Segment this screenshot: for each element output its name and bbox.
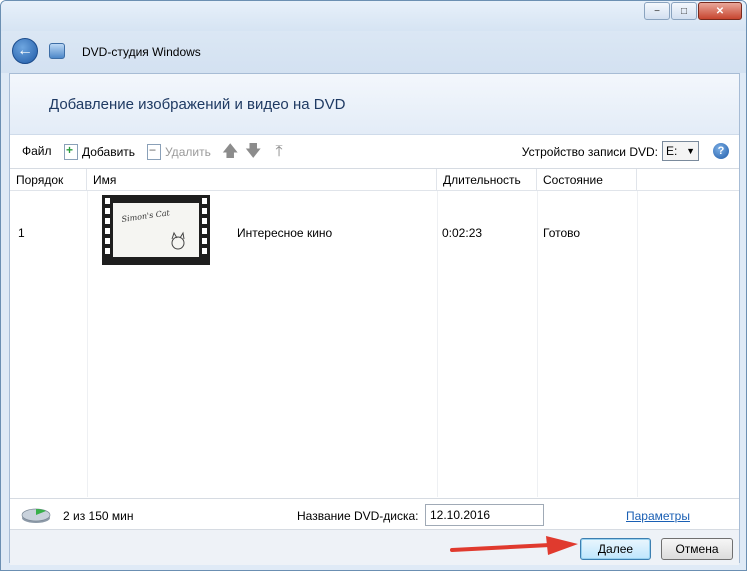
drive-select-value: E: xyxy=(666,144,678,158)
minimize-button[interactable]: − xyxy=(644,2,670,20)
caption-buttons: − □ ✕ xyxy=(644,2,742,20)
row-status: Готово xyxy=(543,226,581,240)
page-title: Добавление изображений и видео на DVD xyxy=(49,96,346,113)
column-header-order[interactable]: Порядок xyxy=(10,169,87,191)
drive-label: Устройство записи DVD: xyxy=(521,145,658,159)
media-table: Порядок Имя Длительность Состояние 1 Sim… xyxy=(10,169,739,497)
footer-bar: 2 из 150 мин Название DVD-диска: Парамет… xyxy=(10,498,739,529)
back-arrow-button[interactable]: ← xyxy=(12,38,38,64)
column-header-status[interactable]: Состояние xyxy=(537,169,637,191)
move-to-top-icon[interactable]: ⤒ xyxy=(271,143,287,161)
file-menu-label: Файл xyxy=(22,144,52,158)
column-header-empty xyxy=(637,169,739,191)
close-button[interactable]: ✕ xyxy=(698,2,742,20)
app-title: DVD-студия Windows xyxy=(82,45,201,59)
app-icon xyxy=(49,43,65,59)
row-duration: 0:02:23 xyxy=(442,226,483,240)
help-icon[interactable]: ? xyxy=(713,143,729,159)
dvd-name-label: Название DVD-диска: xyxy=(297,509,419,523)
column-header-name[interactable]: Имя xyxy=(87,169,437,191)
dvd-name-input[interactable] xyxy=(425,504,544,526)
back-arrow-icon: ← xyxy=(17,42,33,59)
wizard-content: Добавление изображений и видео на DVD Фа… xyxy=(9,73,740,565)
toolbar: Файл Добавить Удалить 🡅 🡇 ⤒ Устройство з… xyxy=(10,135,739,169)
dvd-studio-window: − □ ✕ ← DVD-студия Windows Добавление из… xyxy=(0,0,747,571)
add-item-icon xyxy=(64,143,78,160)
navigation-row: ← DVD-студия Windows xyxy=(1,31,746,73)
add-button-label: Добавить xyxy=(82,145,136,159)
command-bar: Далее Отмена xyxy=(10,529,739,565)
column-header-duration[interactable]: Длительность xyxy=(437,169,537,191)
next-button[interactable]: Далее xyxy=(580,538,651,560)
annotation-arrow-icon xyxy=(450,536,578,555)
drive-select[interactable]: E: ▼ xyxy=(662,141,699,161)
disc-usage-text: 2 из 150 мин xyxy=(63,509,134,523)
move-up-arrow-icon[interactable]: 🡅 xyxy=(222,143,238,161)
disc-usage-icon xyxy=(21,508,51,523)
cancel-button[interactable]: Отмена xyxy=(661,538,733,560)
wizard-header: Добавление изображений и видео на DVD xyxy=(10,74,739,135)
row-name: Интересное кино xyxy=(237,226,333,240)
maximize-button[interactable]: □ xyxy=(671,2,697,20)
row-order: 1 xyxy=(18,226,25,240)
add-button[interactable]: Добавить xyxy=(64,143,136,160)
title-bar: − □ ✕ xyxy=(1,1,746,31)
remove-button[interactable]: Удалить xyxy=(147,143,211,160)
move-down-arrow-icon[interactable]: 🡇 xyxy=(245,143,261,161)
video-thumbnail: Simon's Cat xyxy=(102,195,210,265)
dropdown-arrow-icon: ▼ xyxy=(686,146,695,156)
remove-button-label: Удалить xyxy=(165,145,211,159)
file-menu[interactable]: Файл xyxy=(22,144,52,158)
parameters-link[interactable]: Параметры xyxy=(626,509,690,523)
remove-item-icon xyxy=(147,143,161,160)
